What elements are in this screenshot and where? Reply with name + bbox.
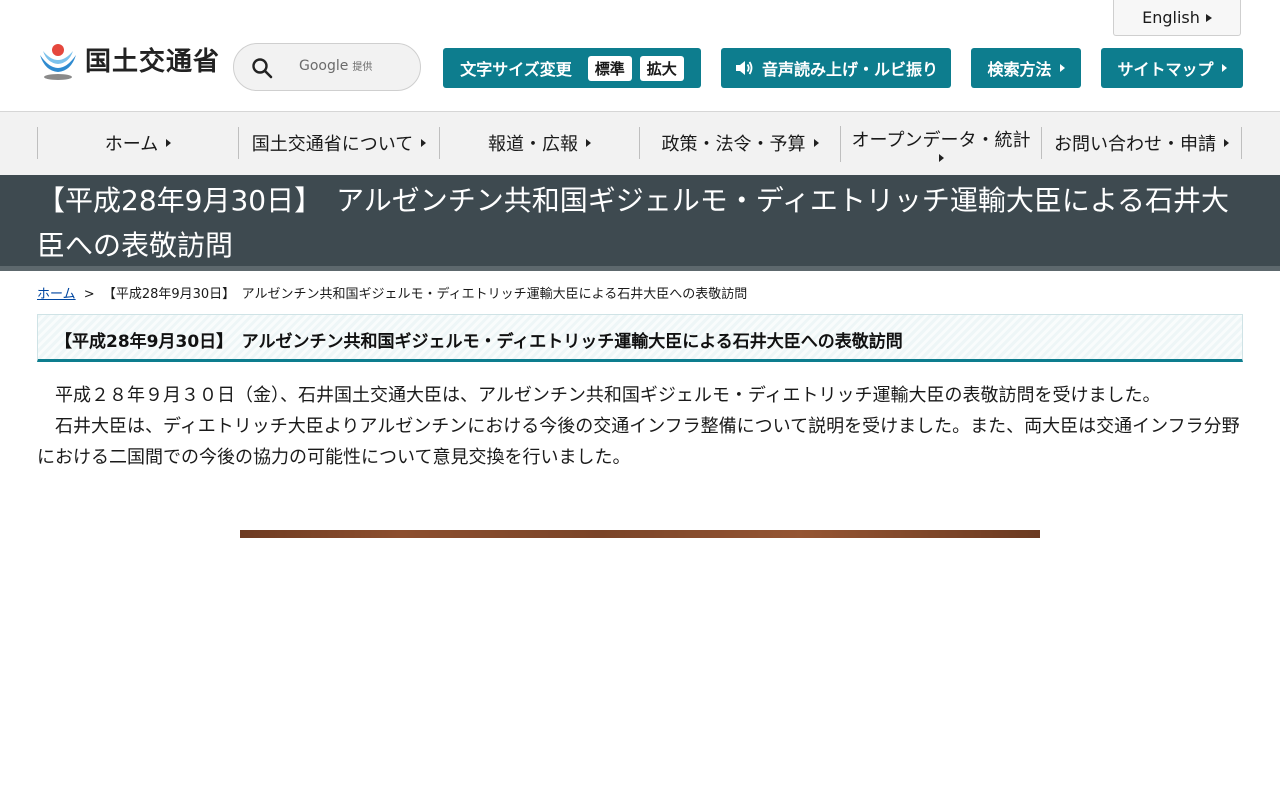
article-paragraph: 石井大臣は、ディエトリッチ大臣よりアルゼンチンにおける今後の交通インフラ整備につ… [37,416,1240,468]
breadcrumb-current: 【平成28年9月30日】 アルゼンチン共和国ギジェルモ・ディエトリッチ運輸大臣に… [102,287,748,302]
global-nav: ホーム 国土交通省について 報道・広報 政策・法令・予算 オープンデータ・統計 … [0,112,1280,175]
triangle-right-icon [166,139,172,147]
speech-ruby-button[interactable]: 音声読み上げ・ルビ振り [721,48,951,88]
search-input[interactable] [286,52,416,84]
page-title: 【平成28年9月30日】 アルゼンチン共和国ギジェルモ・ディエトリッチ運輸大臣に… [55,332,903,352]
search-method-label: 検索方法 [987,60,1052,79]
sitemap-label: サイトマップ [1117,60,1214,79]
english-label: English [1142,8,1200,27]
nav-item-about[interactable]: 国土交通省について [238,127,439,159]
meeting-photo [240,530,1040,538]
triangle-right-icon [1205,13,1212,22]
triangle-right-icon [586,139,591,147]
breadcrumb: ホーム > 【平成28年9月30日】 アルゼンチン共和国ギジェルモ・ディエトリッ… [37,283,747,302]
triangle-right-icon [1221,64,1227,72]
article-paragraph: 平成２８年９月３０日（金）、石井国土交通大臣は、アルゼンチン共和国ギジェルモ・デ… [55,385,1161,406]
font-size-label: 文字サイズ変更 [460,60,572,79]
nav-item-label: オープンデータ・統計 [851,130,1031,151]
mlit-emblem-icon [40,44,76,80]
font-size-control: 文字サイズ変更 標準 拡大 [443,48,701,88]
article-body: 平成２８年９月３０日（金）、石井国土交通大臣は、アルゼンチン共和国ギジェルモ・デ… [37,380,1243,473]
nav-item-press[interactable]: 報道・広報 [439,127,639,159]
banner-title: 【平成28年9月30日】 アルゼンチン共和国ギジェルモ・ディエトリッチ運輸大臣に… [37,184,1229,262]
triangle-right-icon [421,139,427,147]
speech-label: 音声読み上げ・ルビ振り [761,60,938,79]
triangle-right-icon [1224,139,1229,147]
search-method-button[interactable]: 検索方法 [971,48,1081,88]
search-icon[interactable] [251,57,273,79]
breadcrumb-home-link[interactable]: ホーム [37,287,76,302]
font-size-standard-button[interactable]: 標準 [587,55,632,81]
page-heading-box: 【平成28年9月30日】 アルゼンチン共和国ギジェルモ・ディエトリッチ運輸大臣に… [37,314,1243,362]
nav-item-label: ホーム [104,134,159,155]
english-link[interactable]: English [1113,0,1241,36]
nav-item-label: 国土交通省について [251,134,414,155]
font-size-large-button[interactable]: 拡大 [639,55,684,81]
triangle-right-icon [1059,64,1065,72]
nav-item-opendata[interactable]: オープンデータ・統計 [840,126,1041,162]
page-banner: 【平成28年9月30日】 アルゼンチン共和国ギジェルモ・ディエトリッチ運輸大臣に… [0,175,1280,271]
site-logo[interactable]: 国土交通省 [37,37,220,81]
nav-item-home[interactable]: ホーム [37,127,238,159]
speaker-icon [735,61,753,75]
nav-item-contact[interactable]: お問い合わせ・申請 [1041,127,1242,159]
sitemap-button[interactable]: サイトマップ [1101,48,1243,88]
site-search: Google 提供 [233,43,421,91]
nav-item-label: 政策・法令・予算 [661,134,806,155]
nav-item-label: 報道・広報 [488,134,578,155]
site-header: English 国土交通省 Google 提供 文字サイズ変更 標準 拡大 音声読… [0,0,1280,112]
logo-text: 国土交通省 [85,46,221,77]
nav-item-policy[interactable]: 政策・法令・予算 [639,127,840,159]
nav-item-label: お問い合わせ・申請 [1054,134,1216,155]
breadcrumb-separator: > [83,287,95,302]
triangle-right-icon [813,139,819,147]
triangle-right-icon [938,154,944,162]
